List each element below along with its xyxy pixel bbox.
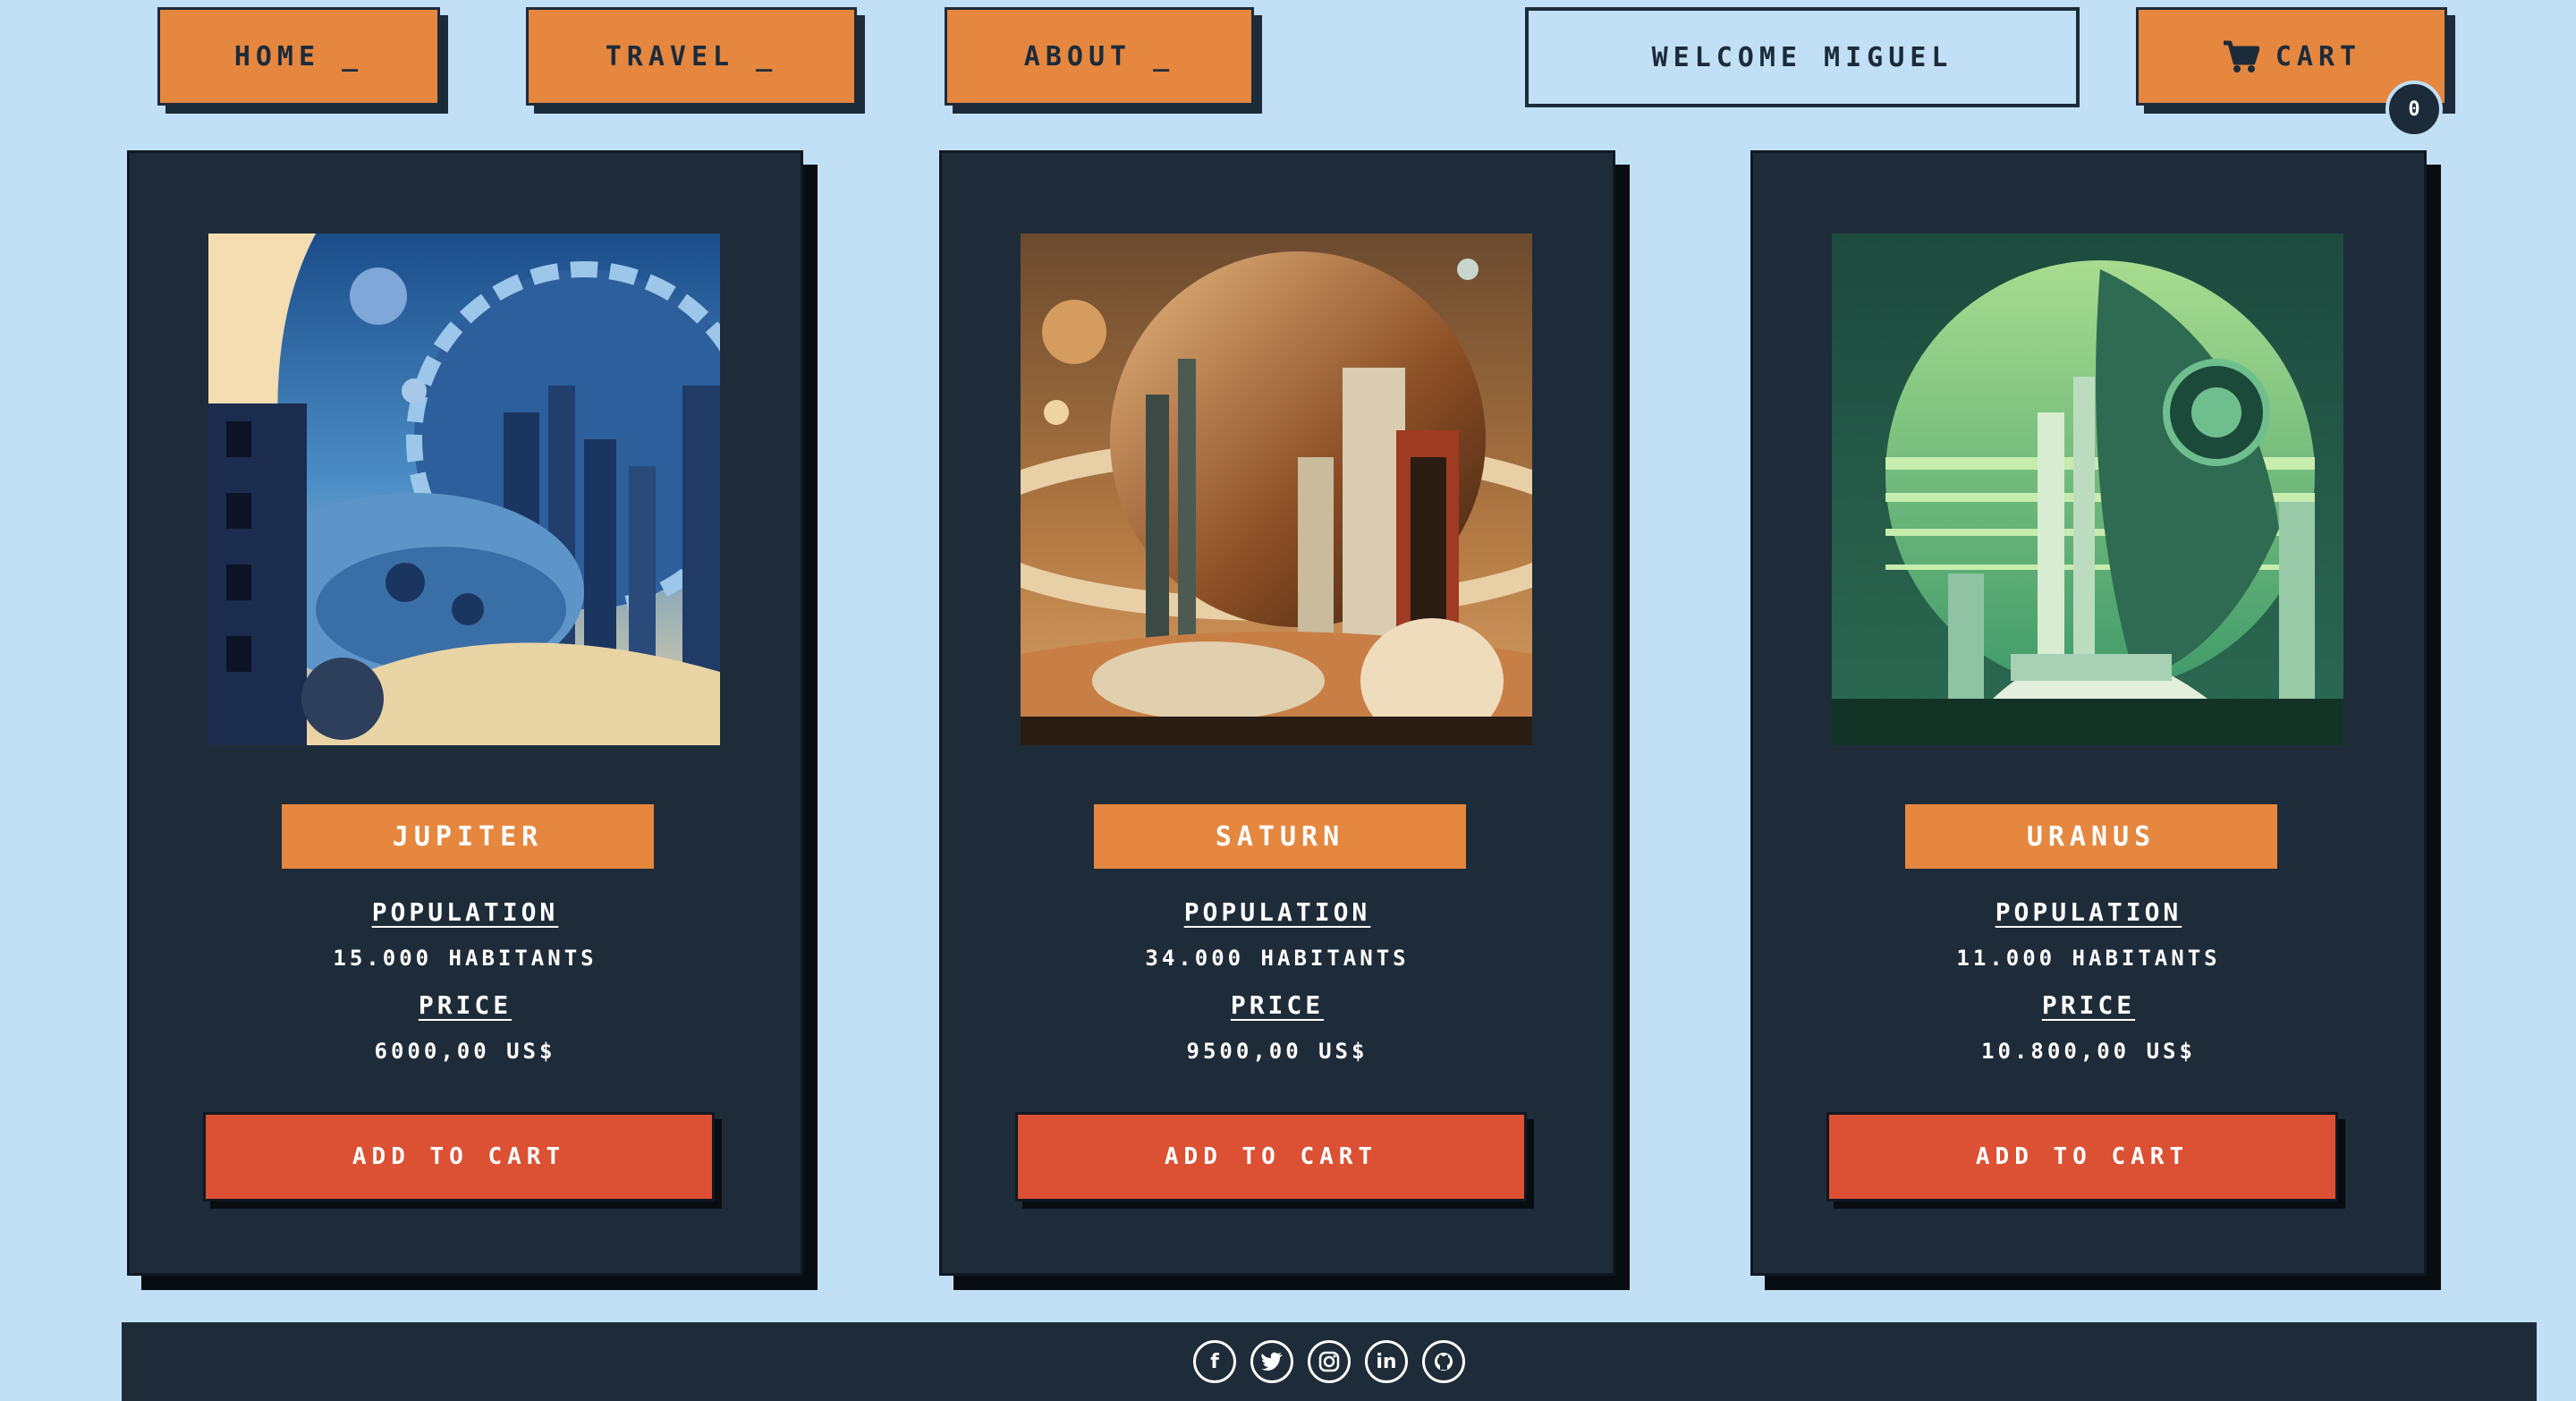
linkedin-icon[interactable]: in	[1365, 1340, 1408, 1383]
jupiter-city-image	[208, 234, 720, 745]
cart-icon	[2223, 40, 2259, 72]
dropdown-indicator-icon: _	[734, 40, 778, 72]
population-heading: Population	[1183, 897, 1371, 927]
dropdown-indicator-icon: _	[1131, 40, 1175, 72]
population-value: 15.000 habitants	[333, 946, 597, 971]
planet-name-label: Jupiter	[282, 804, 654, 869]
github-icon[interactable]	[1422, 1340, 1465, 1383]
product-card-uranus: Uranus Population 11.000 habitants Price…	[1750, 150, 2427, 1276]
price-value: 6000,00 US$	[374, 1039, 556, 1064]
nav-home-button[interactable]: Home _	[157, 7, 440, 106]
nav-travel-button[interactable]: Travel _	[526, 7, 857, 106]
add-to-cart-button[interactable]: Add to cart	[203, 1112, 715, 1201]
population-value: 11.000 habitants	[1956, 946, 2221, 971]
price-heading: Price	[2041, 990, 2136, 1020]
nav-about-label: About	[1023, 40, 1132, 72]
planet-name: Saturn	[1215, 820, 1345, 853]
price-heading: Price	[418, 990, 513, 1020]
nav-home-label: Home	[233, 40, 321, 72]
cart-label: Cart	[2275, 40, 2362, 72]
welcome-text: Welcome Miguel	[1651, 41, 1953, 73]
nav-travel-label: Travel	[605, 40, 735, 72]
population-heading: Population	[371, 897, 559, 927]
cart-count-badge: 0	[2385, 81, 2443, 138]
add-to-cart-button[interactable]: Add to cart	[1826, 1112, 2338, 1201]
planet-name: Uranus	[2026, 820, 2157, 853]
dropdown-indicator-icon: _	[320, 40, 364, 72]
price-value: 10.800,00 US$	[1981, 1039, 2196, 1064]
population-heading: Population	[1995, 897, 2182, 927]
instagram-icon[interactable]	[1308, 1340, 1351, 1383]
footer: f in	[122, 1322, 2537, 1401]
planet-name-label: Uranus	[1905, 804, 2277, 869]
facebook-icon[interactable]: f	[1193, 1340, 1236, 1383]
planet-name-label: Saturn	[1094, 804, 1466, 869]
saturn-city-image	[1021, 234, 1532, 745]
add-to-cart-button[interactable]: Add to cart	[1015, 1112, 1527, 1201]
welcome-message: Welcome Miguel	[1525, 7, 2080, 107]
cart-count: 0	[2408, 98, 2420, 121]
nav-about-button[interactable]: About _	[945, 7, 1254, 106]
price-value: 9500,00 US$	[1186, 1039, 1368, 1064]
product-card-jupiter: Jupiter Population 15.000 habitants Pric…	[127, 150, 803, 1276]
population-value: 34.000 habitants	[1145, 946, 1410, 971]
product-card-saturn: Saturn Population 34.000 habitants Price…	[939, 150, 1615, 1276]
uranus-city-image	[1832, 234, 2343, 745]
twitter-icon[interactable]	[1250, 1340, 1293, 1383]
planet-name: Jupiter	[392, 820, 544, 853]
price-heading: Price	[1230, 990, 1325, 1020]
